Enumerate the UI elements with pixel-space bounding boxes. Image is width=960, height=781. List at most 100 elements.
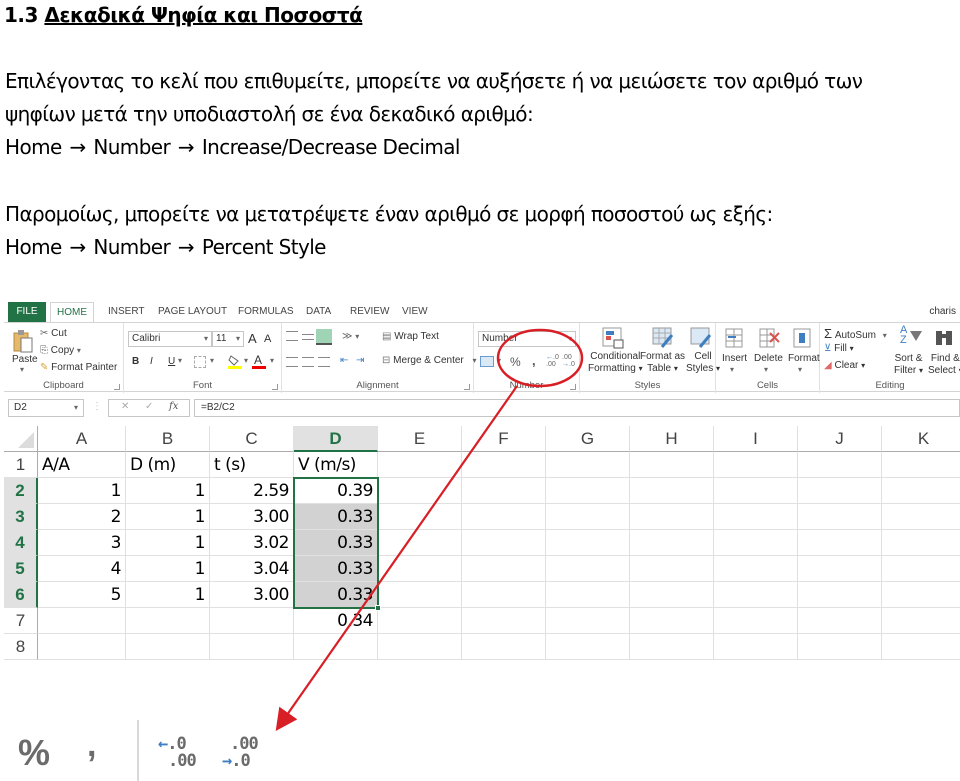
find-select-button[interactable]: Find &Select ▾: [928, 353, 960, 377]
cell-styles-button[interactable]: Cell Styles ▾: [686, 351, 720, 375]
row-header-3[interactable]: 3: [4, 504, 38, 530]
cell-a2[interactable]: 1: [38, 478, 126, 504]
decrease-indent-icon[interactable]: ⇤: [340, 355, 348, 366]
insert-function-button[interactable]: fx: [169, 401, 178, 412]
cell-g2[interactable]: [546, 478, 630, 504]
align-top-icon[interactable]: [286, 331, 298, 341]
cell-h4[interactable]: [630, 530, 714, 556]
cut-button[interactable]: ✂ Cut: [40, 328, 67, 339]
fill-handle[interactable]: [375, 605, 381, 611]
underline-button[interactable]: U: [168, 356, 175, 367]
cell-i7[interactable]: [714, 608, 798, 634]
cell-b6[interactable]: 1: [126, 582, 210, 608]
cell-h5[interactable]: [630, 556, 714, 582]
cell-c3[interactable]: 3.00: [210, 504, 294, 530]
cell-j6[interactable]: [798, 582, 882, 608]
cell-d2[interactable]: 0.39: [294, 478, 378, 504]
cell-i6[interactable]: [714, 582, 798, 608]
cell-d3[interactable]: 0.33: [294, 504, 378, 530]
cell-a8[interactable]: [38, 634, 126, 660]
cell-k8[interactable]: [882, 634, 960, 660]
align-center-icon[interactable]: [302, 357, 314, 367]
insert-cells-icon[interactable]: [724, 327, 744, 349]
tab-home[interactable]: HOME: [50, 302, 94, 323]
conditional-formatting-button[interactable]: Conditional Formatting ▾: [588, 351, 643, 375]
cell-d8[interactable]: [294, 634, 378, 660]
align-middle-icon[interactable]: [302, 334, 314, 340]
cell-c6[interactable]: 3.00: [210, 582, 294, 608]
tab-file[interactable]: FILE: [8, 302, 46, 322]
cell-f4[interactable]: [462, 530, 546, 556]
cell-h1[interactable]: [630, 452, 714, 478]
cell-f6[interactable]: [462, 582, 546, 608]
enter-icon[interactable]: ✓: [145, 401, 153, 412]
tab-review[interactable]: REVIEW: [344, 304, 395, 322]
cell-e8[interactable]: [378, 634, 462, 660]
align-left-icon[interactable]: [286, 357, 298, 367]
cell-a5[interactable]: 4: [38, 556, 126, 582]
cell-g1[interactable]: [546, 452, 630, 478]
cell-a1[interactable]: A/A: [38, 452, 126, 478]
insert-button[interactable]: Insert: [722, 353, 747, 364]
user-name[interactable]: charis: [929, 306, 956, 317]
cell-b5[interactable]: 1: [126, 556, 210, 582]
font-size-select[interactable]: 11 ▾: [212, 331, 244, 347]
cell-b2[interactable]: 1: [126, 478, 210, 504]
cell-c8[interactable]: [210, 634, 294, 660]
copy-button[interactable]: ⎘ Copy ▾: [40, 345, 81, 356]
borders-icon[interactable]: [194, 356, 206, 368]
cell-a6[interactable]: 5: [38, 582, 126, 608]
delete-dropdown-icon[interactable]: ▾: [764, 365, 768, 374]
sort-filter-icon[interactable]: AZ: [900, 325, 907, 346]
cell-h6[interactable]: [630, 582, 714, 608]
bold-button[interactable]: B: [132, 356, 139, 367]
cell-f7[interactable]: [462, 608, 546, 634]
cell-i5[interactable]: [714, 556, 798, 582]
cell-k3[interactable]: [882, 504, 960, 530]
cell-e1[interactable]: [378, 452, 462, 478]
format-cells-icon[interactable]: [792, 327, 812, 349]
cell-i8[interactable]: [714, 634, 798, 660]
cell-i4[interactable]: [714, 530, 798, 556]
column-header-f[interactable]: F: [462, 426, 546, 452]
cell-c1[interactable]: t (s): [210, 452, 294, 478]
cell-j5[interactable]: [798, 556, 882, 582]
cell-e7[interactable]: [378, 608, 462, 634]
row-header-2[interactable]: 2: [4, 478, 38, 504]
cell-b4[interactable]: 1: [126, 530, 210, 556]
shrink-font-button[interactable]: A: [264, 333, 271, 345]
tab-data[interactable]: DATA: [300, 304, 337, 322]
borders-dropdown-icon[interactable]: ▾: [210, 356, 214, 365]
cell-h3[interactable]: [630, 504, 714, 530]
sort-filter-button[interactable]: Sort & Filter ▾: [894, 353, 923, 377]
italic-button[interactable]: I: [150, 356, 153, 367]
conditional-formatting-icon[interactable]: [602, 327, 624, 349]
row-header-6[interactable]: 6: [4, 582, 38, 608]
cell-d6[interactable]: 0.33: [294, 582, 378, 608]
cell-e4[interactable]: [378, 530, 462, 556]
cell-j4[interactable]: [798, 530, 882, 556]
cell-h7[interactable]: [630, 608, 714, 634]
cell-d1[interactable]: V (m/s): [294, 452, 378, 478]
cell-f5[interactable]: [462, 556, 546, 582]
paste-icon[interactable]: [13, 329, 33, 353]
cell-e2[interactable]: [378, 478, 462, 504]
comma-style-button[interactable]: ,: [532, 353, 536, 368]
tab-insert[interactable]: INSERT: [102, 304, 151, 322]
cell-j1[interactable]: [798, 452, 882, 478]
cell-styles-icon[interactable]: [690, 327, 712, 349]
cell-e5[interactable]: [378, 556, 462, 582]
decrease-decimal-button[interactable]: .00 →.0: [562, 354, 575, 368]
cell-k4[interactable]: [882, 530, 960, 556]
cell-g4[interactable]: [546, 530, 630, 556]
cell-a3[interactable]: 2: [38, 504, 126, 530]
cell-c2[interactable]: 2.59: [210, 478, 294, 504]
font-color-button[interactable]: A: [252, 353, 266, 369]
cell-f1[interactable]: [462, 452, 546, 478]
column-header-i[interactable]: I: [714, 426, 798, 452]
cell-k2[interactable]: [882, 478, 960, 504]
fill-color-dropdown-icon[interactable]: ▾: [244, 356, 248, 365]
column-header-j[interactable]: J: [798, 426, 882, 452]
cell-c5[interactable]: 3.04: [210, 556, 294, 582]
column-header-g[interactable]: G: [546, 426, 630, 452]
